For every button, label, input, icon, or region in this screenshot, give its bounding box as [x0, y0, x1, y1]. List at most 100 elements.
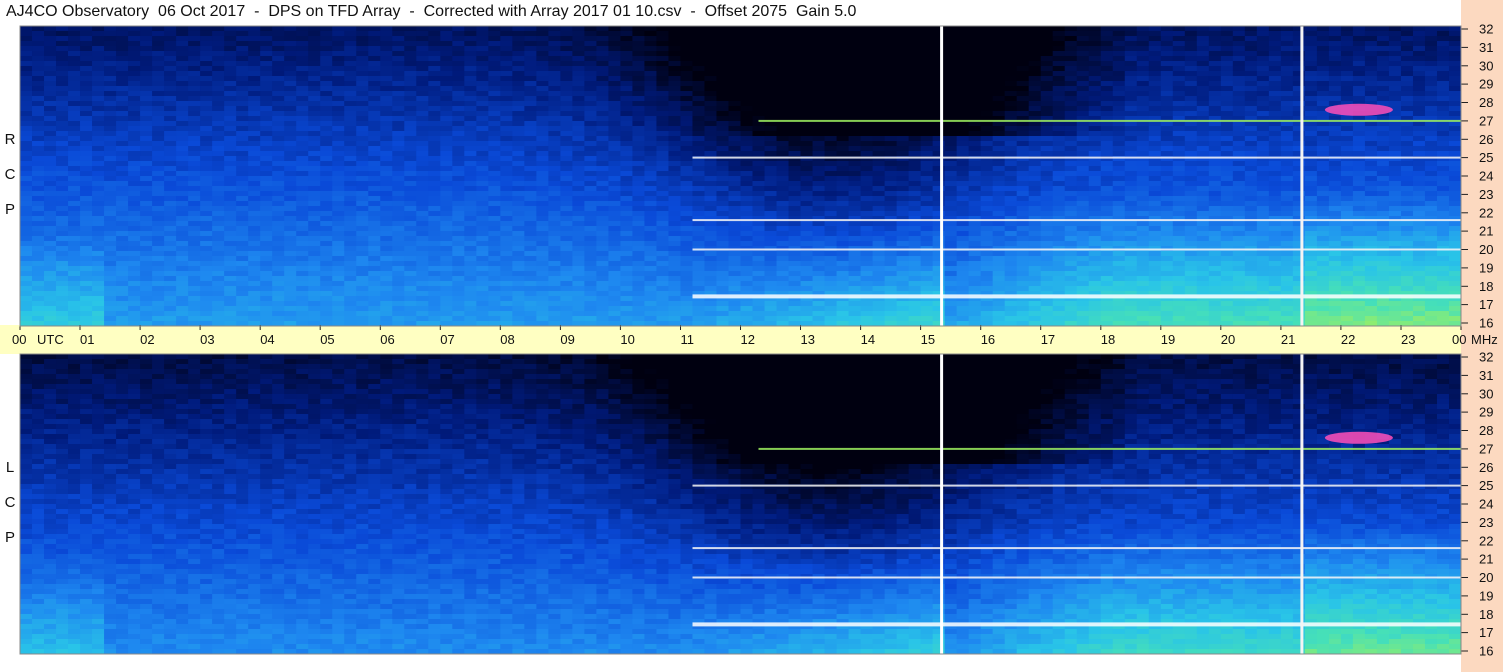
- spectrogram-cell: [836, 61, 850, 67]
- spectrogram-cell: [128, 121, 141, 127]
- spectrogram-cell: [1196, 126, 1210, 132]
- spectrogram-cell: [788, 51, 802, 57]
- spectrogram-cell: [1088, 126, 1102, 132]
- spectrogram-cell: [524, 156, 537, 162]
- spectrogram-cell: [404, 181, 417, 187]
- spectrogram-cell: [488, 56, 501, 62]
- spectrogram-cell: [1148, 101, 1162, 107]
- spectrogram-cell: [56, 181, 69, 187]
- spectrogram-cell: [1400, 46, 1414, 52]
- spectrogram-cell: [1208, 86, 1222, 92]
- spectrogram-cell: [920, 91, 934, 97]
- spectrogram-cell: [560, 111, 573, 117]
- spectrogram-cell: [1124, 201, 1138, 207]
- spectrogram-cell: [812, 161, 826, 167]
- spectrogram-cell: [140, 206, 153, 212]
- spectrogram-cell: [56, 206, 69, 212]
- spectrogram-cell: [836, 176, 850, 182]
- spectrogram-cell: [428, 61, 441, 67]
- spectrogram-cell: [308, 211, 321, 217]
- spectrogram-cell: [680, 111, 694, 117]
- spectrogram-cell: [1220, 61, 1234, 67]
- spectrogram-cell: [248, 121, 261, 127]
- spectrogram-cell: [788, 31, 802, 37]
- spectrogram-cell: [476, 36, 489, 42]
- spectrogram-cell: [1064, 186, 1078, 192]
- spectrogram-cell: [716, 91, 730, 97]
- spectrogram-cell: [344, 166, 357, 172]
- spectrogram-cell: [1292, 101, 1306, 107]
- spectrogram-cell: [476, 61, 489, 67]
- spectrogram-cell: [356, 61, 369, 67]
- spectrogram-cell: [1328, 136, 1342, 142]
- spectrogram-cell: [800, 96, 814, 102]
- spectrogram-cell: [248, 221, 261, 227]
- spectrogram-cell: [1388, 86, 1402, 92]
- spectrogram-cell: [1160, 181, 1174, 187]
- spectrogram-cell: [272, 86, 285, 92]
- spectrogram-cell: [548, 26, 561, 32]
- spectrogram-cell: [1268, 71, 1282, 77]
- spectrogram-cell: [956, 166, 970, 172]
- spectrogram-cell: [200, 201, 213, 207]
- spectrogram-cell: [560, 161, 573, 167]
- spectrogram-cell: [680, 231, 694, 237]
- spectrogram-cell: [1124, 26, 1138, 32]
- spectrogram-cell: [344, 101, 357, 107]
- spectrogram-cell: [800, 131, 814, 137]
- spectrogram-cell: [44, 176, 57, 182]
- spectrogram-cell: [488, 196, 501, 202]
- spectrogram-cell: [260, 51, 273, 57]
- spectrogram-cell: [740, 41, 754, 47]
- spectrogram-cell: [20, 176, 33, 182]
- spectrogram-cell: [812, 41, 826, 47]
- spectrogram-cell: [608, 221, 622, 227]
- spectrogram-cell: [1424, 181, 1438, 187]
- spectrogram-cell: [1172, 26, 1186, 32]
- spectrogram-cell: [992, 141, 1006, 147]
- spectrogram-cell: [1040, 41, 1054, 47]
- spectrogram-cell: [1196, 226, 1210, 232]
- spectrogram-cell: [992, 136, 1006, 142]
- spectrogram-cell: [1280, 36, 1294, 42]
- spectrogram-cell: [452, 66, 465, 72]
- spectrogram-cell: [656, 231, 670, 237]
- spectrogram-cell: [620, 96, 634, 102]
- spectrogram-cell: [188, 31, 201, 37]
- spectrogram-cell: [680, 201, 694, 207]
- spectrogram-cell: [944, 166, 958, 172]
- spectrogram-cell: [1412, 191, 1426, 197]
- spectrogram-cell: [1244, 176, 1258, 182]
- spectrogram-cell: [1400, 36, 1414, 42]
- spectrogram-cell: [380, 86, 393, 92]
- spectrogram-cell: [164, 161, 177, 167]
- spectrogram-cell: [188, 66, 201, 72]
- spectrogram-cell: [1268, 141, 1282, 147]
- spectrogram-cell: [224, 136, 237, 142]
- spectrogram-cell: [596, 61, 610, 67]
- spectrogram-cell: [1268, 111, 1282, 117]
- spectrogram-cell: [512, 166, 525, 172]
- spectrogram-cell: [20, 151, 33, 157]
- spectrogram-cell: [356, 216, 369, 222]
- spectrogram-cell: [476, 91, 489, 97]
- spectrogram-cell: [92, 106, 105, 112]
- spectrogram-cell: [296, 61, 309, 67]
- spectrogram-cell: [812, 96, 826, 102]
- spectrogram-cell: [680, 101, 694, 107]
- spectrogram-cell: [728, 81, 742, 87]
- spectrogram-cell: [428, 156, 441, 162]
- spectrogram-cell: [1316, 196, 1330, 202]
- spectrogram-cell: [1004, 141, 1018, 147]
- spectrogram-cell: [596, 166, 610, 172]
- spectrogram-cell: [596, 26, 610, 32]
- spectrogram-cell: [20, 46, 33, 52]
- spectrogram-cell: [764, 231, 778, 237]
- spectrogram-cell: [1268, 146, 1282, 152]
- spectrogram-cell: [812, 186, 826, 192]
- spectrogram-cell: [1112, 161, 1126, 167]
- spectrogram-cell: [704, 171, 718, 177]
- spectrogram-cell: [248, 216, 261, 222]
- spectrogram-cell: [968, 96, 982, 102]
- spectrogram-cell: [1088, 26, 1102, 32]
